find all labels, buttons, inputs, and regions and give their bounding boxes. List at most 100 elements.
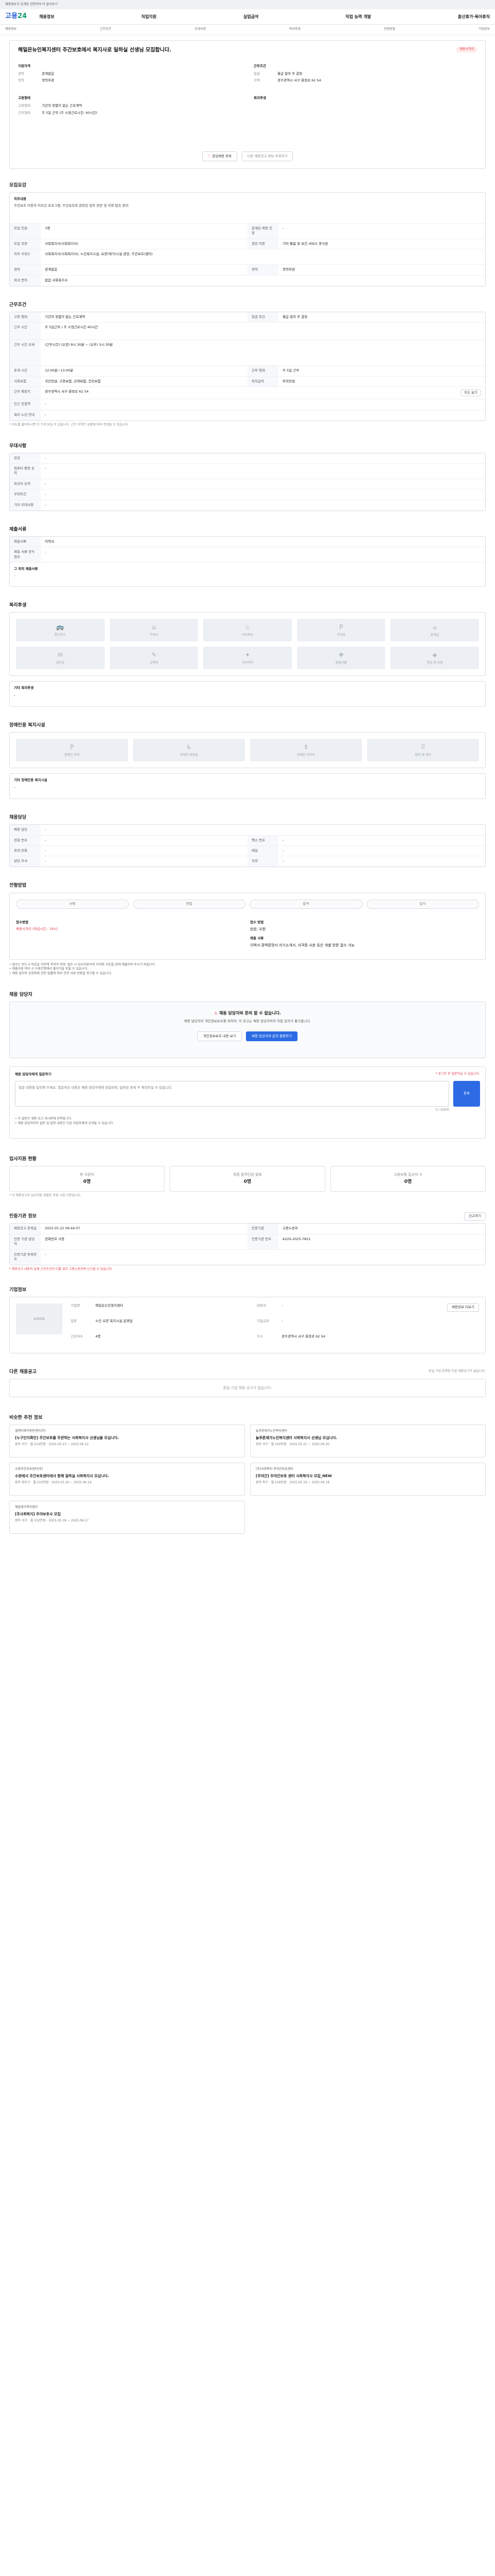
disabled-section-title: 장애인용 복지시설: [9, 723, 45, 728]
rest-icon: ☕: [432, 623, 438, 631]
work-row: 사회보험 국민연금, 고용보험, 산재보험, 건강보험 퇴직급여 퇴직연금: [10, 376, 485, 387]
work-row: 고용 형태 기간의 정함이 없는 근로계약 임금 조건 월급 협의 후 결정: [10, 312, 485, 323]
gnb-item-benefit[interactable]: 실업급여: [243, 14, 258, 20]
meta-row: 인증 기관 담당자 전화번호 사용 인증기관 번호 K220-2025-7821: [10, 1234, 485, 1250]
stat-card: 총 지원자 0명: [9, 1165, 165, 1192]
contact-manager-button[interactable]: 채용 담당자와 문의 불편하기: [246, 1031, 298, 1042]
alert-icon: ⚠: [214, 1010, 218, 1015]
contact-row: 채용 담당 -: [10, 825, 485, 836]
apply-deadline: 접수방법 채용시까지 (마감시간 : 18시): [16, 920, 58, 931]
contact-row: 담당 부서 - 직위 -: [10, 856, 485, 867]
job-summary-card: 해밀은뉴인복지센터 주간보호에서 복지사로 일하실 선생님 모집합니다. 채용시…: [9, 40, 486, 169]
recommend-card[interactable]: 늘푸른재가노인복지센터 늘푸른재가노인복지센터 사회복지사 선생님 모십니다. …: [250, 1425, 486, 1458]
house-icon: ⌂: [152, 623, 156, 631]
privacy-info-button[interactable]: 개인정보보호 내용 보기: [197, 1031, 242, 1042]
recruit-row: 모집 직종 사회복지사(사회복지사) 관련 직종 기타 돌봄 및 보건 서비스 종사원: [10, 239, 485, 250]
tab-work[interactable]: 근무조건: [100, 27, 111, 32]
recommend-card[interactable]: 수완주간보호센터(주) 수완에서 주간보호센터에서 함께 일하실 사회복지사 모…: [9, 1463, 245, 1496]
docs-row: 제출 서류 양식 첨부 -: [10, 547, 485, 563]
report-button[interactable]: 신고하기: [464, 1212, 486, 1221]
meal-icon: ♨: [244, 623, 251, 631]
heart-icon: ♡: [207, 154, 211, 158]
recruit-row: 모집 인원 1명 관계된 채용 인원 -: [10, 224, 485, 239]
welfare-icon-grid: 🚌 통근버스 ⌂ 기숙사 ♨ 식사제공 P 주차장 ☕ 휴게실 ✉ 경조금 ✎ 교육비 ✦ 자녀…: [10, 613, 485, 675]
disabled-icon-grid: P 장애인 주차 ♿ 장애인 화장실 ⇕ 장애인 리프트 ⠿ 점자 및 경보: [10, 733, 485, 768]
bookmark-button[interactable]: ♡ 관심채용 등록: [202, 151, 238, 161]
top-notice-bar[interactable]: 채용정보가 공개된 관련하여 더 알아보기: [0, 0, 495, 9]
meta-row: 인증기관 등록번호 -: [10, 1249, 485, 1265]
welfare-item: ☕ 휴게실: [390, 619, 479, 642]
tab-prefer[interactable]: 우대사항: [194, 27, 206, 32]
stats-cards: 총 지원자 0명 최종 합격인원 발표 0명 고용보험 입사자 수 0명: [9, 1165, 486, 1192]
site-header: 고용24 채용정보 직업지원 실업급여 직업 능력 개발 출산휴가·육아휴직: [0, 9, 495, 25]
tab-welfare[interactable]: 복리후생: [289, 27, 301, 32]
book-icon: ✎: [151, 651, 157, 658]
map-button[interactable]: 지도 보기: [460, 389, 481, 397]
recruit-section-title: 모집요강: [9, 183, 27, 188]
welfare-item: 🚌 통근버스: [16, 619, 105, 642]
summary-qualification: 지원자격 경력 관계없음 학력 학력무관: [18, 63, 54, 83]
parking-icon: P: [70, 743, 74, 751]
gnb-item-training[interactable]: 직업 능력 개발: [345, 14, 371, 20]
work-note: * 지도를 클릭하시면 더 크게 보실 수 있습니다. 근무 지역은 상황에 따…: [9, 422, 129, 427]
welfare-section-title: 복리후생: [9, 603, 27, 608]
company-name: 해밀은뉴인복지센터: [95, 1303, 123, 1308]
prefer-row: 컴퓨터 활용 능력 -: [10, 464, 485, 479]
meta-table: 채용공고 등록일 2025.05.22 09:44:07 인증기관 고용노동부 인증 …: [9, 1223, 486, 1265]
site-logo[interactable]: 고용24: [5, 12, 27, 22]
bus-icon: 🚌: [56, 623, 64, 631]
stat-card: 고용보험 입사자 수 0명: [330, 1165, 486, 1192]
contact-row: 휴대 전화 - 메일 -: [10, 846, 485, 857]
disabled-box: P 장애인 주차 ♿ 장애인 화장실 ⇕ 장애인 리프트 ⠿ 점자 및 경보: [9, 732, 486, 769]
prefer-table: 전공 - 컴퓨터 활용 능력 - 외국어 능력 - 우대조건 - 기타 우대사항 -: [9, 452, 486, 511]
stats-section-title: 입사지원 현황: [9, 1156, 37, 1162]
present-icon: ❖: [338, 651, 344, 658]
recruit-row: 외국 면허 없음 사회복지사: [10, 275, 485, 286]
question-input[interactable]: [15, 1081, 449, 1107]
others-section-title: 다른 채용공고: [9, 1369, 37, 1375]
other-jobs-button[interactable]: 다른 채용공고 정보 조회하기: [241, 151, 293, 161]
prefer-section-title: 우대사항: [9, 443, 27, 449]
tab-recruit[interactable]: 채용정보: [5, 27, 16, 32]
process-box: 서류 면접 합격 입사 접수방법 채용시까지 (마감시간 : 18시) 접수 방…: [9, 892, 486, 960]
gnb-item-jobs[interactable]: 채용정보: [39, 14, 54, 20]
disabled-item: ♿ 장애인 화장실: [133, 739, 245, 762]
welfare-etc: 기타 복리후생 -: [9, 681, 486, 707]
company-jobs-button[interactable]: 채용정보 더보기: [447, 1303, 479, 1312]
docs-row: 제출서류 이력서: [10, 536, 485, 548]
recommend-list: 엘에이재가방문센터(주) [누구인지확인] 주간보호를 주관하는 사회복지사 선…: [9, 1425, 486, 1534]
step-documents: 서류: [16, 899, 129, 909]
recommend-card[interactable]: 엘에이재가방문센터(주) [누구인지확인] 주간보호를 주관하는 사회복지사 선…: [9, 1425, 245, 1458]
recommend-card[interactable]: 해밀재가복지센터 [주사회복지] 주야보호사 모집 광주 서구 · 월 210만…: [9, 1501, 245, 1534]
disabled-item: ⠿ 점자 및 경보: [367, 739, 479, 762]
work-row: 근무 시간 상세 (근무시간) (오전) 8시 30분 ~ (오후) 5시 30분: [10, 340, 485, 366]
gnb-item-support[interactable]: 직업지원: [141, 14, 156, 20]
disabled-etc: 기타 장애인용 복지시설 -: [9, 773, 486, 800]
duty-text: 주간보호 이용자 어르신 프로그램, 주간보호와 관련된 업무 전반 및 차량 …: [14, 204, 129, 208]
process-section-title: 전형방법: [9, 883, 27, 889]
school-icon: ✦: [244, 651, 251, 658]
top-notice-text: 채용정보가 공개된 관련하여 더 알아보기: [5, 2, 58, 6]
recruit-table: 직무내용 주간보호 이용자 어르신 프로그램, 주간보호와 관련된 업무 전반 …: [9, 192, 486, 286]
step-interview: 면접: [133, 899, 245, 909]
question-box: 채용 담당자에게 질문하기 * 로그인 후 질문하실 수 있습니다. 0 / 5…: [9, 1066, 486, 1139]
tab-process[interactable]: 전형방법: [384, 27, 395, 32]
step-hire: 입사: [366, 899, 479, 909]
prefer-row: 우대조건 -: [10, 489, 485, 500]
tab-company[interactable]: 기업정보: [478, 27, 490, 32]
recommend-card[interactable]: (주)사회복지 주야간보호센터 [주야간] 주야간보호 센터 사회복지사 모집_…: [250, 1463, 486, 1496]
global-nav: 채용정보 직업지원 실업급여 직업 능력 개발 출산휴가·육아휴직: [39, 14, 490, 20]
work-row: 인근 전철역 -: [10, 399, 485, 410]
parking-icon: P: [339, 623, 343, 631]
gnb-item-leave[interactable]: 출산휴가·육아휴직: [458, 14, 490, 20]
welfare-item: ♨ 식사제공: [203, 619, 292, 642]
company-logo: LOGO: [16, 1303, 62, 1335]
elevator-icon: ⇕: [303, 743, 309, 751]
welfare-item: ⌂ 기숙사: [109, 619, 199, 642]
work-row: 복리 노선 안내 -: [10, 410, 485, 420]
section-tab-bar: 채용정보 근무조건 우대사항 복리후생 전형방법 기업정보: [0, 25, 495, 35]
docs-section-title: 제출서류: [9, 527, 27, 532]
process-steps: 서류 면접 합격 입사: [10, 893, 485, 915]
welfare-item: ✦ 자녀학비: [203, 647, 292, 670]
question-submit-button[interactable]: 등록: [453, 1081, 480, 1107]
